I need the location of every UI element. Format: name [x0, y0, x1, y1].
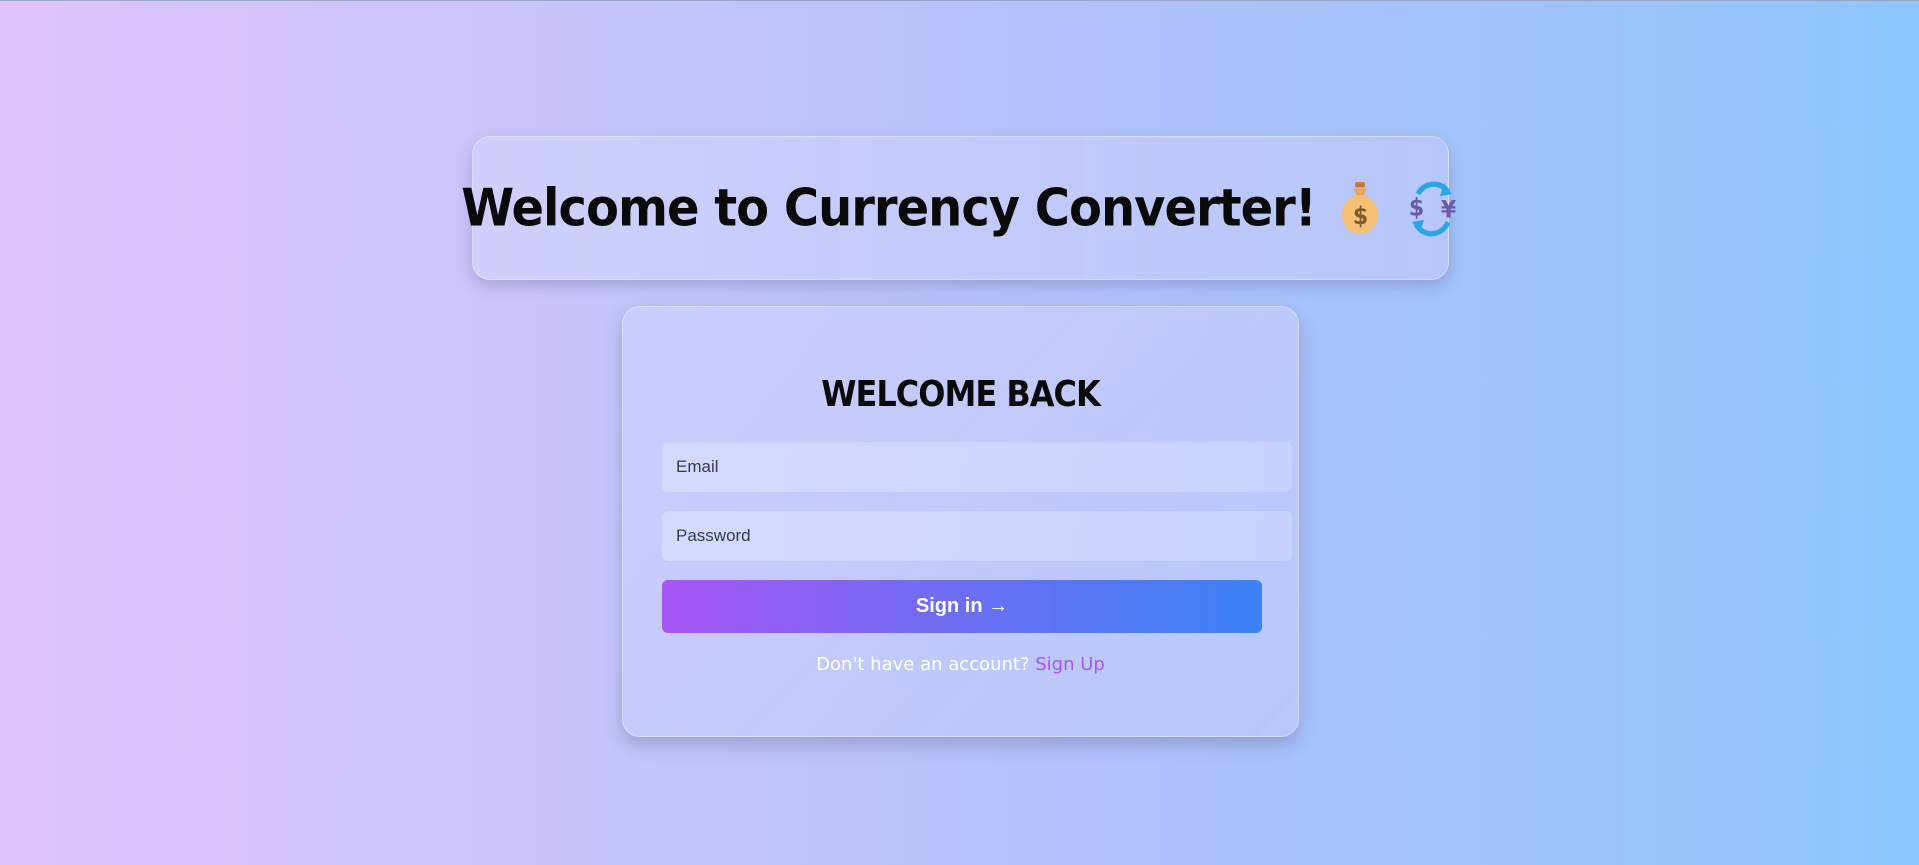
- password-field[interactable]: [662, 511, 1292, 561]
- svg-text:¥: ¥: [1441, 197, 1456, 224]
- header-card: Welcome to Currency Converter! $ $ ¥: [461, 136, 1457, 280]
- moneybag-icon: $: [1338, 180, 1382, 236]
- page-title: Welcome to Currency Converter! $ $ ¥: [461, 178, 1459, 238]
- currency-exchange-icon: $ ¥: [1404, 179, 1460, 237]
- login-heading: WELCOME BACK: [821, 373, 1101, 415]
- svg-text:$: $: [1353, 203, 1367, 230]
- sign-up-link[interactable]: Sign Up: [1035, 654, 1105, 675]
- svg-text:$: $: [1409, 195, 1423, 222]
- sign-in-button[interactable]: Sign in →: [662, 580, 1262, 633]
- page-title-text: Welcome to Currency Converter!: [461, 177, 1316, 239]
- email-field[interactable]: [662, 442, 1292, 492]
- signup-row: Don't have an account? Sign Up: [623, 654, 1298, 675]
- signup-prompt: Don't have an account?: [816, 654, 1036, 675]
- login-card: WELCOME BACK Sign in → Don't have an acc…: [622, 306, 1299, 737]
